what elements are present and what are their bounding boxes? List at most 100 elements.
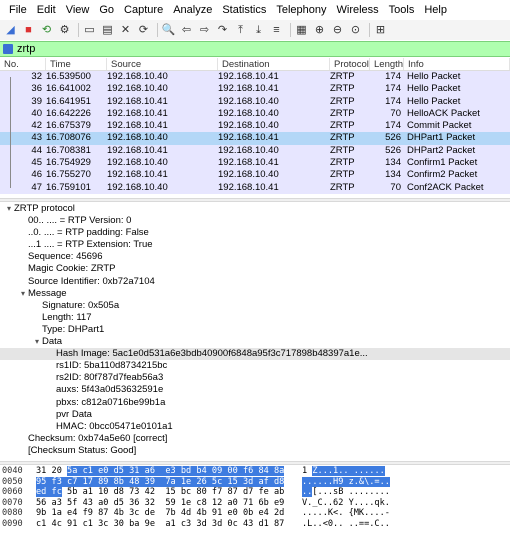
menu-telephony[interactable]: Telephony xyxy=(271,0,331,20)
detail-row[interactable]: 00.. .... = RTP Version: 0 xyxy=(0,215,510,227)
last-packet-icon[interactable]: ⤓ xyxy=(251,23,266,38)
menu-edit[interactable]: Edit xyxy=(32,0,61,20)
stop-icon[interactable]: ■ xyxy=(21,23,36,38)
detail-row[interactable]: pbxs: c812a0716be99b1a xyxy=(0,397,510,409)
column-header-info[interactable]: Info xyxy=(404,58,510,70)
packet-row[interactable]: 40 16.642226 192.168.10.41 192.168.10.40 ZRT… xyxy=(0,107,510,121)
menu-tools[interactable]: Tools xyxy=(384,0,420,20)
detail-text: HMAC: 0bcc05471e0101a1 xyxy=(56,420,173,432)
column-header-length[interactable]: Length xyxy=(370,58,404,70)
detail-row[interactable]: ..0. .... = RTP padding: False xyxy=(0,227,510,239)
menu-analyze[interactable]: Analyze xyxy=(168,0,217,20)
bookmark-icon[interactable] xyxy=(3,44,13,54)
packet-row[interactable]: 47 16.759101 192.168.10.40 192.168.10.41 ZRT… xyxy=(0,181,510,194)
byte-hex[interactable]: 9b 1a e4 f9 87 4b 3c de 7b 4d 4b 91 e0 0… xyxy=(36,508,298,519)
packet-time-cell: 16.708076 xyxy=(46,132,91,144)
byte-ascii[interactable]: .L..<0.. ..==.C.. xyxy=(298,519,498,530)
packet-row[interactable]: 39 16.641951 192.168.10.41 192.168.10.40 ZRT… xyxy=(0,95,510,108)
detail-row[interactable]: Signature: 0x505a xyxy=(0,300,510,312)
column-header-destination[interactable]: Destination xyxy=(218,58,330,70)
packet-row[interactable]: 45 16.754929 192.168.10.40 192.168.10.41 ZRT… xyxy=(0,157,510,170)
expand-arrow-icon[interactable]: ▾ xyxy=(4,203,14,215)
column-header-time[interactable]: Time xyxy=(46,58,107,70)
detail-row[interactable]: Magic Cookie: ZRTP xyxy=(0,263,510,275)
reload-icon[interactable]: ⟳ xyxy=(136,23,151,38)
packet-info-cell: Confirm2 Packet xyxy=(407,169,478,181)
back-arrow-icon[interactable]: ⇦ xyxy=(179,23,194,38)
byte-hex[interactable]: 95 f3 c7 17 89 8b 48 39 7a 1e 26 5c 15 3… xyxy=(36,476,298,488)
expand-arrow-icon[interactable]: ▾ xyxy=(32,336,42,348)
byte-hex[interactable]: ed fc 5b a1 10 d8 73 42 15 bc 80 f7 87 d… xyxy=(36,487,298,498)
byte-ascii[interactable]: ......H9 z.&\.=.. xyxy=(298,476,498,488)
detail-row[interactable]: Source Identifier: 0xb72a7104 xyxy=(0,276,510,288)
column-header-source[interactable]: Source xyxy=(107,58,218,70)
packet-src-cell: 192.168.10.41 xyxy=(107,120,168,132)
byte-hex[interactable]: 56 a3 5f 43 a0 d5 36 32 59 1e c8 12 a0 7… xyxy=(36,498,298,509)
expand-arrow-icon[interactable]: ▾ xyxy=(18,288,28,300)
resize-columns-icon[interactable]: ⊞ xyxy=(373,23,388,38)
close-file-icon[interactable]: ✕ xyxy=(118,23,133,38)
normal-size-icon[interactable]: ⊙ xyxy=(348,23,363,38)
options-gear-icon[interactable]: ⚙ xyxy=(57,23,72,38)
packet-src-cell: 192.168.10.41 xyxy=(107,144,168,156)
menu-help[interactable]: Help xyxy=(419,0,452,20)
save-icon[interactable]: ▤ xyxy=(100,23,115,38)
menu-statistics[interactable]: Statistics xyxy=(217,0,271,20)
open-file-icon[interactable]: ▭ xyxy=(82,23,97,38)
byte-ascii[interactable]: .....K<. {MK....- xyxy=(298,508,498,519)
byte-ascii[interactable]: 1 Z...1.. ...... xyxy=(298,466,498,477)
packet-row[interactable]: 44 16.708381 192.168.10.41 192.168.10.40 ZRT… xyxy=(0,144,510,158)
packet-row[interactable]: 46 16.755270 192.168.10.41 192.168.10.40 ZRT… xyxy=(0,169,510,182)
detail-row[interactable]: ...1 .... = RTP Extension: True xyxy=(0,239,510,251)
forward-arrow-icon[interactable]: ⇨ xyxy=(197,23,212,38)
ascii-plain: [...sB ........ xyxy=(312,487,390,497)
column-header-no[interactable]: No. xyxy=(0,58,46,70)
go-to-packet-icon[interactable]: ↷ xyxy=(215,23,230,38)
pane-splitter[interactable] xyxy=(0,198,510,202)
byte-ascii[interactable]: V._C..62 Y....qk. xyxy=(298,498,498,509)
byte-ascii[interactable]: ..[...sB ........ xyxy=(298,487,498,498)
detail-row[interactable]: HMAC: 0bcc05471e0101a1 xyxy=(0,421,510,433)
packet-row[interactable]: 43 16.708076 192.168.10.40 192.168.10.41 ZRT… xyxy=(0,132,510,145)
detail-row[interactable]: Checksum: 0xb74a5e60 [correct] xyxy=(0,433,510,445)
menu-capture[interactable]: Capture xyxy=(119,0,168,20)
packet-row[interactable]: 42 16.675379 192.168.10.41 192.168.10.40 ZRT… xyxy=(0,120,510,133)
menu-view[interactable]: View xyxy=(61,0,95,20)
detail-row[interactable]: ▾ Data xyxy=(0,336,510,348)
pane-splitter[interactable] xyxy=(0,461,510,465)
autoscroll-icon[interactable]: ≡ xyxy=(269,23,284,38)
detail-row[interactable]: auxs: 5f43a0d53632591e xyxy=(0,384,510,396)
detail-row[interactable]: [Checksum Status: Good] xyxy=(0,445,510,457)
display-filter-input[interactable] xyxy=(17,43,497,55)
detail-row[interactable]: Type: DHPart1 xyxy=(0,324,510,336)
detail-row[interactable]: Hash Image: 5ac1e0d531a6e3bdb40900f6848a… xyxy=(0,348,510,361)
zoom-out-icon[interactable]: ⊖ xyxy=(330,23,345,38)
menu-wireless[interactable]: Wireless xyxy=(332,0,384,20)
colorize-icon[interactable]: ▦ xyxy=(294,23,309,38)
restart-icon[interactable]: ⟲ xyxy=(39,23,54,38)
packet-row[interactable]: 32 16.539500 192.168.10.40 192.168.10.41 ZRT… xyxy=(0,71,510,84)
detail-row[interactable]: Length: 117 xyxy=(0,312,510,324)
zoom-in-icon[interactable]: ⊕ xyxy=(312,23,327,38)
detail-row[interactable]: pvr Data xyxy=(0,409,510,421)
packet-row[interactable]: 36 16.641002 192.168.10.40 192.168.10.41 ZRT… xyxy=(0,83,510,96)
bytes-row: 0050 95 f3 c7 17 89 8b 48 39 7a 1e 26 5c … xyxy=(0,476,510,488)
column-header-protocol[interactable]: Protocol xyxy=(330,58,370,70)
detail-row[interactable]: ▾ ZRTP protocol xyxy=(0,203,510,215)
shark-fin-start-icon[interactable]: ◢ xyxy=(3,23,18,38)
find-icon[interactable]: 🔍 xyxy=(161,23,176,38)
detail-row[interactable]: Sequence: 45696 xyxy=(0,251,510,263)
toolbar-separator xyxy=(157,23,158,37)
detail-row[interactable]: rs2ID: 80f787d7feab56a3 xyxy=(0,372,510,384)
packet-info-cell: Hello Packet xyxy=(407,83,461,95)
byte-hex[interactable]: 31 20 5a c1 e0 d5 31 a6 e3 bd b4 09 00 f… xyxy=(36,466,298,477)
packet-len-cell: 134 xyxy=(385,157,401,169)
detail-row[interactable]: rs1ID: 5ba110d8734215bc xyxy=(0,360,510,372)
menu-file[interactable]: File xyxy=(4,0,32,20)
first-packet-icon[interactable]: ⤒ xyxy=(233,23,248,38)
menu-go[interactable]: Go xyxy=(94,0,119,20)
detail-text: Checksum: 0xb74a5e60 [correct] xyxy=(28,432,168,444)
ascii-plain: .L..<0.. ..==.C.. xyxy=(302,518,390,529)
byte-hex[interactable]: c1 4c 91 c1 3c 30 ba 9e a1 c3 3d 3d 0c 4… xyxy=(36,519,298,530)
detail-row[interactable]: ▾ Message xyxy=(0,288,510,300)
